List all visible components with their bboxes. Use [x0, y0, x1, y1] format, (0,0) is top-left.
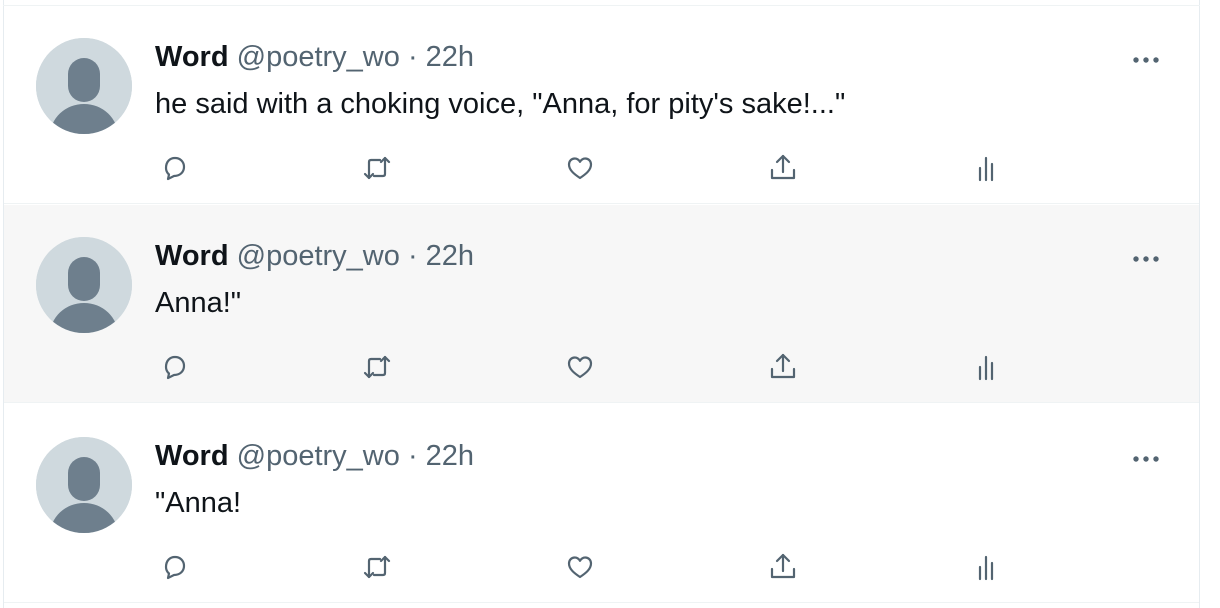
separator: · — [407, 440, 418, 472]
tweet[interactable]: Word @poetry_wo · 22h he said with a cho… — [4, 6, 1199, 204]
avatar[interactable] — [36, 237, 132, 333]
tweet-header: Word @poetry_wo · 22h — [155, 441, 474, 471]
user-handle[interactable]: @poetry_wo — [237, 240, 400, 272]
timestamp[interactable]: 22h — [426, 41, 474, 73]
avatar[interactable] — [36, 38, 132, 134]
analytics-icon[interactable] — [968, 150, 1004, 186]
display-name[interactable]: Word — [155, 41, 229, 73]
tweet-text: "Anna! — [155, 487, 242, 519]
tweet-header: Word @poetry_wo · 22h — [155, 241, 474, 271]
reply-icon[interactable] — [157, 150, 193, 186]
display-name[interactable]: Word — [155, 440, 229, 472]
user-handle[interactable]: @poetry_wo — [237, 440, 400, 472]
tweet-text: Anna!" — [155, 287, 242, 319]
reply-icon[interactable] — [157, 549, 193, 585]
retweet-icon[interactable] — [359, 150, 395, 186]
like-icon[interactable] — [562, 549, 598, 585]
share-icon[interactable] — [765, 150, 801, 186]
like-icon[interactable] — [562, 349, 598, 385]
more-icon[interactable] — [1130, 249, 1162, 269]
analytics-icon[interactable] — [968, 349, 1004, 385]
avatar[interactable] — [36, 437, 132, 533]
like-icon[interactable] — [562, 150, 598, 186]
display-name[interactable]: Word — [155, 240, 229, 272]
tweet[interactable]: Word @poetry_wo · 22h Anna!" — [4, 205, 1199, 403]
more-icon[interactable] — [1130, 449, 1162, 469]
share-icon[interactable] — [765, 349, 801, 385]
user-handle[interactable]: @poetry_wo — [237, 41, 400, 73]
reply-icon[interactable] — [157, 349, 193, 385]
default-profile-icon — [36, 437, 132, 533]
retweet-icon[interactable] — [359, 549, 395, 585]
analytics-icon[interactable] — [968, 549, 1004, 585]
timestamp[interactable]: 22h — [426, 240, 474, 272]
default-profile-icon — [36, 38, 132, 134]
tweet-header: Word @poetry_wo · 22h — [155, 42, 474, 72]
share-icon[interactable] — [765, 549, 801, 585]
default-profile-icon — [36, 237, 132, 333]
tweet[interactable]: Word @poetry_wo · 22h "Anna! — [4, 405, 1199, 603]
retweet-icon[interactable] — [359, 349, 395, 385]
more-icon[interactable] — [1130, 50, 1162, 70]
tweet-text: he said with a choking voice, "Anna, for… — [155, 88, 846, 120]
timestamp[interactable]: 22h — [426, 440, 474, 472]
separator: · — [407, 41, 418, 73]
separator: · — [407, 240, 418, 272]
